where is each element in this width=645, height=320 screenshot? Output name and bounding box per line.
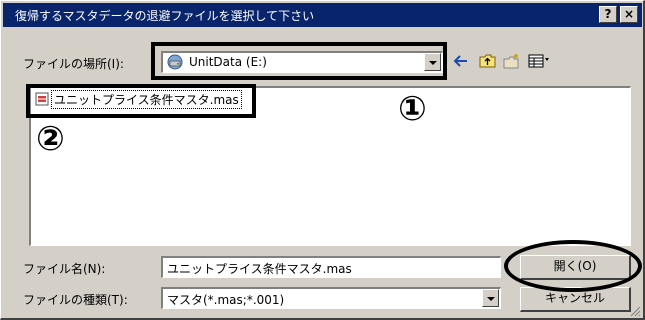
help-button[interactable]: ? — [599, 6, 617, 23]
filetype-value: マスタ(*.mas;*.001) — [167, 293, 285, 307]
up-folder-icon[interactable] — [479, 53, 497, 72]
resize-grip-icon[interactable] — [629, 305, 641, 320]
filename-input[interactable]: ユニットプライス条件マスタ.mas — [161, 256, 501, 278]
close-button[interactable]: × — [620, 6, 638, 23]
new-folder-icon[interactable] — [503, 53, 521, 72]
location-label: ファイルの場所(I): — [23, 57, 124, 71]
filename-value: ユニットプライス条件マスタ.mas — [167, 262, 352, 276]
filetype-dropdown-arrow[interactable] — [482, 289, 499, 307]
filetype-dropdown[interactable]: マスタ(*.mas;*.001) — [161, 287, 501, 309]
title-bar[interactable]: 復帰するマスタデータの退避ファイルを選択して下さい ? × — [3, 3, 642, 27]
filetype-label: ファイルの種類(T): — [23, 293, 128, 307]
cancel-button-label: キャンセル — [544, 291, 605, 305]
annotation-box-location — [151, 42, 447, 80]
filename-label: ファイル名(N): — [23, 262, 106, 276]
view-menu-icon[interactable] — [528, 54, 552, 71]
annotation-marker-2: ② — [36, 119, 65, 159]
annotation-box-file — [26, 84, 256, 118]
annotation-ellipse-open — [504, 240, 642, 292]
dialog-title: 復帰するマスタデータの退避ファイルを選択して下さい — [15, 9, 315, 23]
annotation-marker-1: ① — [398, 89, 427, 129]
back-arrow-icon[interactable] — [453, 54, 469, 71]
